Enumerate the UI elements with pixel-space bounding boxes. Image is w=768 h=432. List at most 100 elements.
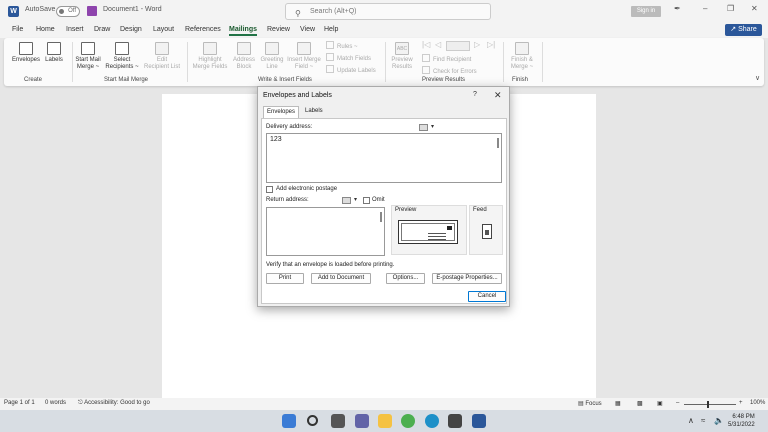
web-layout-icon[interactable]: ▣ — [657, 400, 663, 407]
omit-checkbox[interactable] — [363, 197, 370, 204]
close-window-button[interactable]: ✕ — [751, 4, 758, 13]
start-icon[interactable] — [282, 414, 296, 428]
previous-record-icon[interactable]: ◁ — [435, 40, 441, 49]
record-number-input[interactable] — [446, 41, 470, 51]
zoom-level[interactable]: 100% — [750, 400, 765, 406]
minimize-button[interactable]: – — [703, 4, 707, 13]
chevron-down-icon[interactable]: ▾ — [354, 196, 357, 203]
task-view-icon[interactable] — [331, 414, 345, 428]
volume-icon[interactable]: 🔈 — [714, 416, 724, 425]
collapse-ribbon-icon[interactable]: ∨ — [755, 74, 760, 82]
group-separator — [542, 42, 543, 82]
labels-button[interactable]: Labels — [42, 42, 66, 64]
menu-help[interactable]: Help — [324, 26, 338, 33]
print-layout-icon[interactable]: ▩ — [637, 400, 643, 407]
wifi-icon[interactable]: ≈ — [701, 416, 705, 425]
autosave-toggle[interactable]: Off — [56, 6, 80, 17]
select-recipients-button[interactable]: Select Recipients ~ — [104, 42, 140, 71]
finish-merge-button[interactable]: Finish & Merge ~ — [506, 42, 538, 71]
menu-mailings[interactable]: Mailings — [229, 26, 258, 36]
scrollbar[interactable] — [497, 138, 499, 148]
address-block-button[interactable]: Address Block — [230, 42, 258, 71]
edge-icon[interactable] — [425, 414, 439, 428]
address-book-icon[interactable] — [342, 197, 351, 204]
menu-insert[interactable]: Insert — [66, 26, 84, 33]
last-record-icon[interactable]: ▷| — [487, 40, 495, 49]
menu-review[interactable]: Review — [267, 26, 290, 33]
envelopes-button[interactable]: Envelopes — [10, 42, 42, 64]
menu-home[interactable]: Home — [36, 26, 55, 33]
save-icon[interactable] — [87, 6, 97, 16]
word-taskbar-icon[interactable] — [472, 414, 486, 428]
zoom-in-icon[interactable]: + — [739, 400, 743, 406]
edit-recipient-label-1: Edit — [156, 57, 168, 63]
chevron-down-icon[interactable]: ▾ — [431, 123, 434, 130]
tab-envelopes[interactable]: Envelopes — [263, 106, 300, 118]
insert-merge-label-2: Field ~ — [294, 64, 314, 70]
epostage-properties-button[interactable]: E-postage Properties... — [432, 273, 502, 284]
menu-layout[interactable]: Layout — [153, 26, 174, 33]
find-recipient-button[interactable]: Find Recipient — [422, 54, 471, 63]
tray-chevron-icon[interactable]: ∧ — [688, 416, 694, 425]
check-errors-button[interactable]: Check for Errors — [422, 66, 477, 75]
restore-button[interactable]: ❐ — [727, 4, 734, 13]
share-label: Share — [738, 26, 757, 33]
finish-merge-icon — [515, 42, 529, 55]
focus-button[interactable]: ▤ Focus — [578, 400, 602, 407]
word-count[interactable]: 0 words — [45, 400, 66, 406]
next-record-icon[interactable]: ▷ — [474, 40, 480, 49]
menu-view[interactable]: View — [300, 26, 315, 33]
pen-icon[interactable]: ✒ — [674, 4, 681, 13]
edit-recipient-label-2: Recipient List — [143, 64, 181, 70]
page-count[interactable]: Page 1 of 1 — [4, 400, 35, 406]
add-to-document-button[interactable]: Add to Document — [311, 273, 371, 284]
dialog-close-button[interactable]: ✕ — [494, 90, 502, 101]
clock[interactable]: 6:48 PM 5/31/2022 — [728, 413, 755, 429]
scrollbar[interactable] — [380, 212, 382, 222]
options-button[interactable]: Options... — [386, 273, 425, 284]
menu-design[interactable]: Design — [120, 26, 142, 33]
accessibility-status[interactable]: ⎋ Accessibility: Good to go — [78, 400, 150, 407]
delivery-address-field[interactable]: 123 — [266, 133, 502, 183]
edit-recipient-list-button[interactable]: Edit Recipient List — [141, 42, 183, 71]
first-record-icon[interactable]: |◁ — [422, 40, 430, 49]
envelopes-labels-dialog: Envelopes and Labels ? ✕ Envelopes Label… — [257, 86, 510, 307]
update-labels-button[interactable]: Update Labels — [326, 65, 376, 74]
file-explorer-icon[interactable] — [378, 414, 392, 428]
feed-panel[interactable]: Feed — [469, 205, 503, 255]
return-address-label: Return address: — [266, 197, 309, 203]
menu-file[interactable]: File — [12, 26, 23, 33]
store-icon[interactable] — [448, 414, 462, 428]
chrome-icon[interactable] — [401, 414, 415, 428]
clock-date: 5/31/2022 — [728, 422, 755, 428]
search-input[interactable]: ⚲ Search (Alt+Q) — [285, 3, 491, 20]
menu-draw[interactable]: Draw — [94, 26, 110, 33]
insert-merge-label-1: Insert Merge — [287, 57, 321, 63]
match-fields-button[interactable]: Match Fields — [326, 53, 371, 62]
read-mode-icon[interactable]: ▦ — [615, 400, 621, 407]
menu-references[interactable]: References — [185, 26, 221, 33]
print-button[interactable]: Print — [266, 273, 304, 284]
cancel-button[interactable]: Cancel — [468, 291, 506, 302]
greeting-line-button[interactable]: Greeting Line — [258, 42, 286, 71]
teams-icon[interactable] — [355, 414, 369, 428]
tab-labels[interactable]: Labels — [305, 108, 323, 114]
zoom-slider[interactable] — [684, 404, 736, 405]
insert-merge-field-button[interactable]: Insert Merge Field ~ — [285, 42, 323, 71]
highlight-merge-fields-button[interactable]: Highlight Merge Fields — [190, 42, 230, 71]
help-button[interactable]: ? — [473, 91, 477, 98]
preview-panel[interactable]: Preview — [391, 205, 467, 255]
add-postage-checkbox[interactable] — [266, 186, 273, 193]
zoom-out-icon[interactable]: – — [676, 400, 679, 406]
share-button[interactable]: ↗ Share — [725, 24, 762, 36]
sign-in-button[interactable]: Sign in — [631, 6, 661, 17]
highlight-icon — [203, 42, 217, 55]
rules-button[interactable]: Rules ~ — [326, 41, 358, 50]
start-mail-merge-button[interactable]: Start Mail Merge ~ — [72, 42, 104, 71]
search-icon[interactable] — [307, 415, 318, 426]
zoom-slider-thumb[interactable] — [707, 401, 709, 408]
accessibility-label: Accessibility: Good to go — [84, 400, 150, 406]
address-book-icon[interactable] — [419, 124, 428, 131]
return-address-field[interactable] — [266, 207, 385, 256]
preview-results-button[interactable]: ABC Preview Results — [388, 42, 416, 71]
